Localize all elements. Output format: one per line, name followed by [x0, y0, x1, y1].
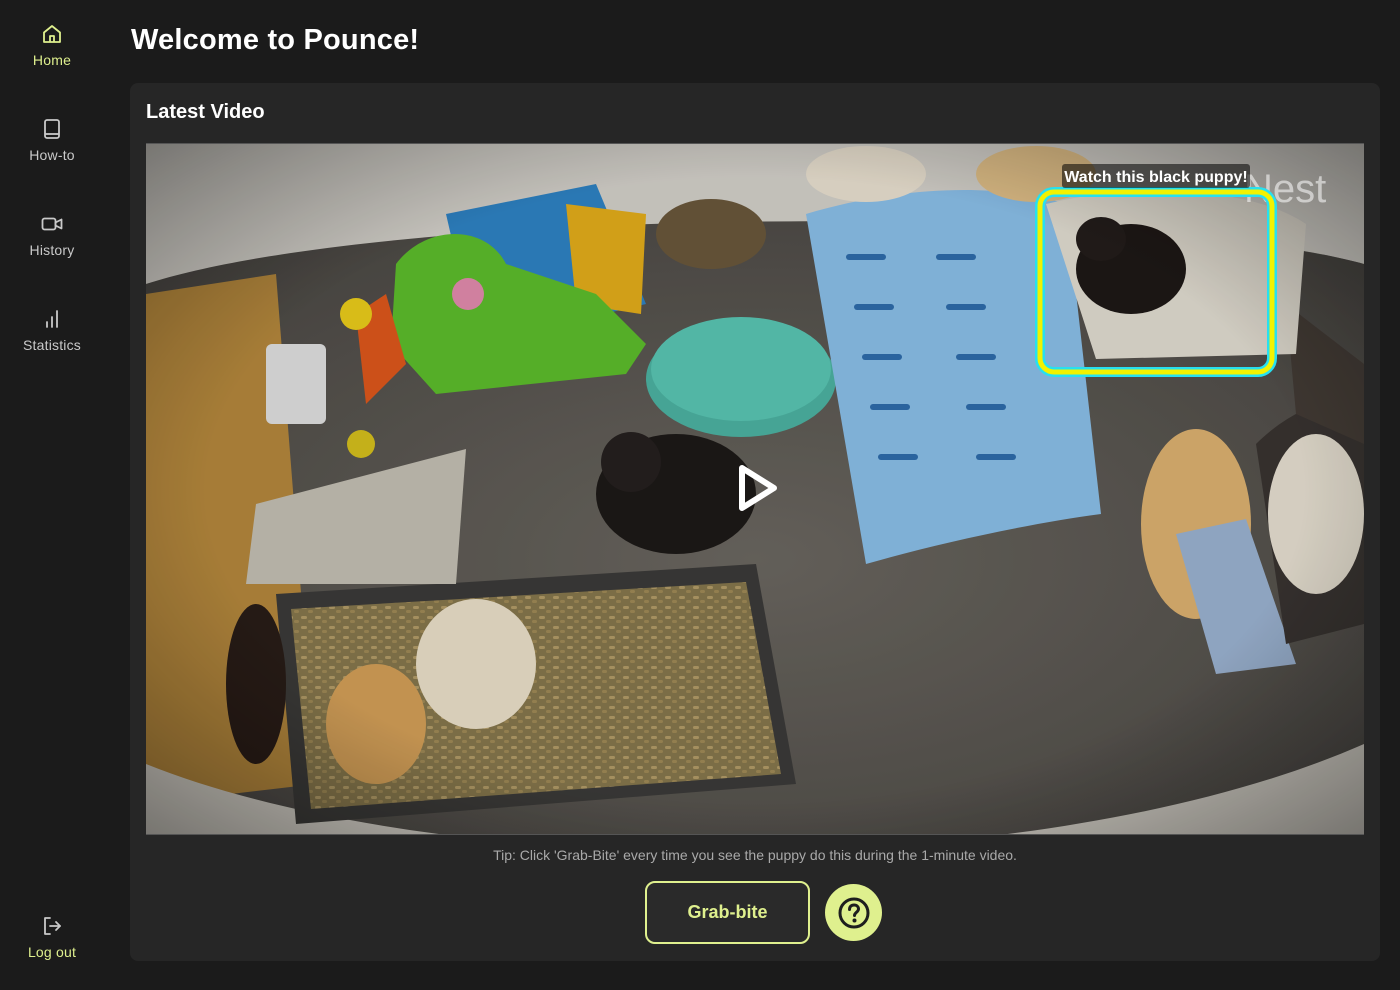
latest-video-card: Latest Video Nest Watch this black puppy… — [130, 83, 1380, 961]
sidebar-item-label: History — [29, 242, 75, 258]
sidebar-item-home[interactable]: Home — [0, 22, 104, 92]
home-icon — [43, 25, 61, 43]
highlight-caption: Watch this black puppy! — [1064, 169, 1247, 186]
video-frame-scene: Nest Watch this black puppy! — [146, 144, 1364, 834]
video-camera-icon — [41, 217, 63, 231]
video-player[interactable]: Nest Watch this black puppy! — [146, 143, 1364, 835]
sidebar-item-label: Home — [32, 52, 72, 68]
page-title: Welcome to Pounce! — [131, 24, 420, 56]
logout-button[interactable]: Log out — [0, 914, 104, 984]
question-circle-icon — [838, 897, 869, 928]
card-title: Latest Video — [146, 101, 265, 123]
sidebar: Home How-to History Statistics Log out — [0, 0, 104, 990]
sidebar-item-how-to[interactable]: How-to — [0, 117, 104, 187]
sidebar-item-statistics[interactable]: Statistics — [0, 307, 104, 377]
logout-icon — [44, 917, 61, 935]
sidebar-item-label: Statistics — [22, 337, 81, 353]
sidebar-item-history[interactable]: History — [0, 212, 104, 282]
book-icon — [44, 119, 60, 139]
logout-label: Log out — [27, 944, 77, 960]
sidebar-item-label: How-to — [29, 147, 75, 163]
grab-bite-button[interactable]: Grab-bite — [645, 881, 810, 944]
help-button[interactable] — [825, 884, 882, 941]
tip-text: Tip: Click 'Grab-Bite' every time you se… — [493, 847, 1017, 863]
bar-chart-icon — [46, 310, 58, 328]
